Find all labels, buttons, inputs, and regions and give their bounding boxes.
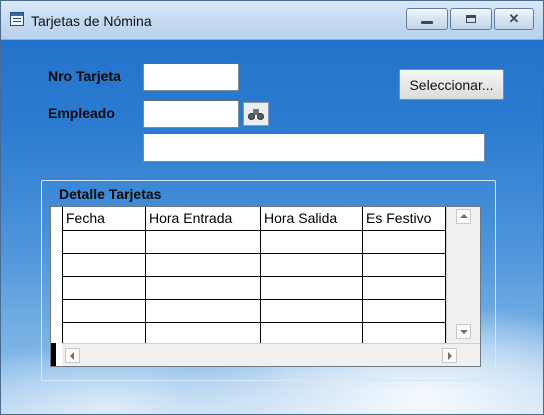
window-title: Tarjetas de Nómina bbox=[31, 13, 152, 29]
maximize-icon bbox=[466, 15, 476, 23]
grid-row-divider bbox=[62, 299, 446, 300]
scroll-down-icon[interactable] bbox=[456, 324, 471, 339]
column-header-hora-salida[interactable]: Hora Salida bbox=[261, 207, 362, 230]
main-window: Tarjetas de Nómina ✕ Nro Tarjeta Selecci… bbox=[0, 0, 544, 415]
table-window-icon bbox=[10, 12, 24, 26]
empleado-label: Empleado bbox=[48, 105, 115, 121]
record-indicator bbox=[51, 343, 56, 366]
column-header-es-festivo[interactable]: Es Festivo bbox=[363, 207, 445, 230]
grid-row-divider bbox=[62, 253, 446, 254]
column-header-fecha[interactable]: Fecha bbox=[63, 207, 145, 230]
scroll-right-icon[interactable] bbox=[442, 348, 457, 363]
empleado-code-input[interactable] bbox=[143, 100, 239, 128]
grid-row-divider bbox=[62, 230, 446, 231]
maximize-button[interactable] bbox=[450, 8, 492, 30]
nro-tarjeta-label: Nro Tarjeta bbox=[48, 68, 121, 84]
minimize-icon bbox=[421, 21, 433, 24]
binoculars-icon bbox=[248, 109, 264, 121]
grid-row-divider bbox=[62, 276, 446, 277]
close-icon: ✕ bbox=[508, 11, 520, 26]
detail-title: Detalle Tarjetas bbox=[59, 186, 162, 202]
horizontal-scrollbar[interactable] bbox=[62, 343, 480, 366]
nro-tarjeta-input[interactable] bbox=[143, 63, 239, 91]
select-button[interactable]: Seleccionar... bbox=[399, 69, 504, 100]
empleado-name-field bbox=[143, 133, 485, 162]
title-bar[interactable]: Tarjetas de Nómina ✕ bbox=[1, 1, 543, 40]
minimize-button[interactable] bbox=[406, 8, 448, 30]
vertical-scrollbar[interactable] bbox=[446, 207, 480, 343]
lookup-employee-button[interactable] bbox=[243, 102, 269, 126]
column-header-hora-entrada[interactable]: Hora Entrada bbox=[146, 207, 260, 230]
grid-row-divider bbox=[62, 322, 446, 323]
close-button[interactable]: ✕ bbox=[494, 8, 534, 30]
scroll-left-icon[interactable] bbox=[65, 348, 80, 363]
detail-grid[interactable]: Fecha Hora Entrada Hora Salida Es Festiv… bbox=[50, 206, 481, 367]
scroll-up-icon[interactable] bbox=[456, 209, 471, 224]
